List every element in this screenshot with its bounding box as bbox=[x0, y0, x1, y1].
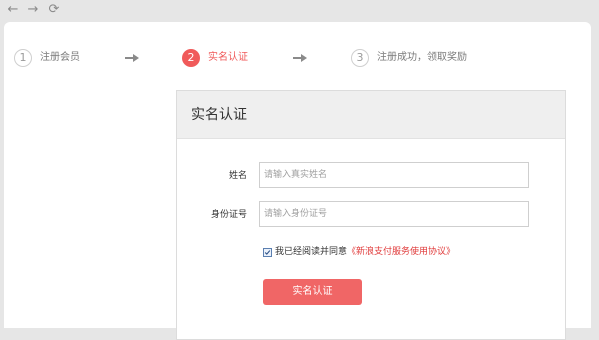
arrow-right-icon[interactable]: → bbox=[26, 3, 40, 17]
agree-text: 我已经阅读并同意《新浪支付服务使用协议》 bbox=[275, 247, 455, 258]
step-2-label: 实名认证 bbox=[208, 52, 248, 63]
agree-prefix: 我已经阅读并同意 bbox=[275, 247, 348, 257]
verify-submit-button[interactable]: 实名认证 bbox=[263, 279, 362, 305]
verification-card: 实名认证 姓名 身份证号 我已经阅读并同意《新浪支付服务使用协议》 实名认证 bbox=[176, 90, 566, 340]
id-number-label: 身份证号 bbox=[210, 210, 247, 220]
card-header: 实名认证 bbox=[177, 91, 565, 139]
refresh-icon[interactable]: ⟳ bbox=[47, 3, 61, 17]
agreement-link[interactable]: 《新浪支付服务使用协议》 bbox=[347, 247, 455, 257]
card-title: 实名认证 bbox=[191, 107, 247, 123]
step-2-number: 2 bbox=[182, 49, 200, 67]
step-1-number: 1 bbox=[14, 49, 32, 67]
name-label: 姓名 bbox=[228, 171, 247, 181]
step-arrow-icon bbox=[125, 54, 139, 62]
step-3-number: 3 bbox=[351, 49, 369, 67]
arrow-left-icon[interactable]: ← bbox=[6, 3, 20, 17]
page-content: 1 注册会员 2 实名认证 3 注册成功，领取奖励 实名认证 姓名 身份证号 我… bbox=[4, 22, 591, 340]
step-3-label: 注册成功，领取奖励 bbox=[377, 52, 467, 63]
browser-toolbar: ← → ⟳ bbox=[0, 0, 599, 22]
step-arrow-icon bbox=[293, 54, 307, 62]
step-1-label: 注册会员 bbox=[40, 52, 80, 63]
id-number-input[interactable] bbox=[259, 201, 529, 227]
agree-checkbox[interactable] bbox=[263, 248, 272, 257]
name-input[interactable] bbox=[259, 162, 529, 188]
